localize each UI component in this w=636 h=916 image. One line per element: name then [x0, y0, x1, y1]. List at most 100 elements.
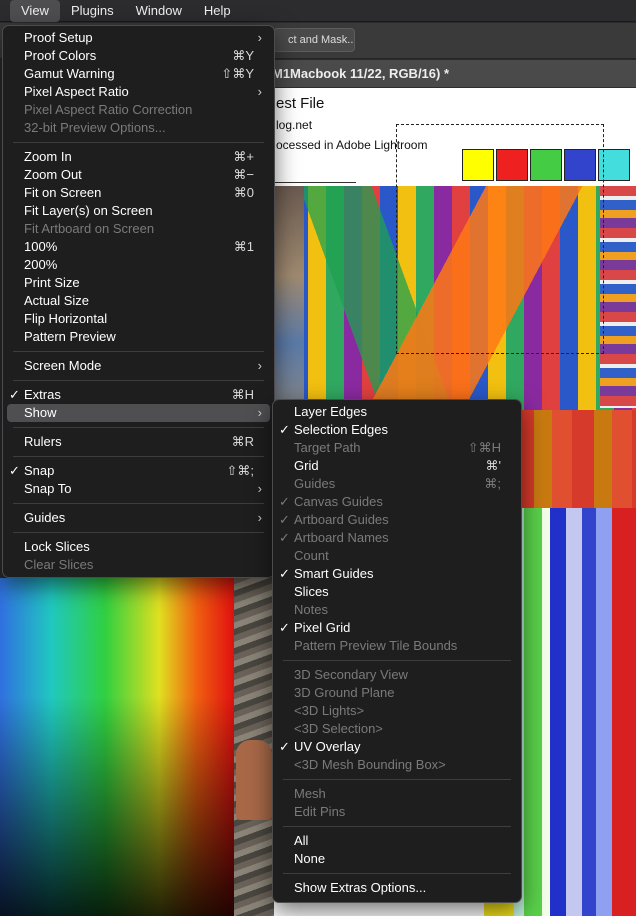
menu-separator: [13, 142, 264, 143]
view-item-pattern-preview[interactable]: Pattern Preview: [3, 328, 274, 346]
menu-item-shortcut: ⇧⌘Y: [221, 66, 254, 81]
menu-item-label: <3D Selection>: [294, 721, 383, 736]
menu-item-label: Guides: [294, 476, 336, 491]
menu-separator: [13, 380, 264, 381]
climber-photo: [236, 740, 272, 820]
menu-item-label: Artboard Names: [294, 530, 389, 545]
show-item-layer-edges[interactable]: Layer Edges: [273, 403, 521, 421]
view-item-actual-size[interactable]: Actual Size: [3, 292, 274, 310]
menu-item-shortcut: ⌘': [485, 458, 501, 473]
menu-item-label: Mesh: [294, 786, 326, 801]
menu-separator: [13, 456, 264, 457]
view-item-guides[interactable]: Guides ›: [3, 509, 274, 527]
view-item-pixel-aspect-ratio[interactable]: Pixel Aspect Ratio ›: [3, 83, 274, 101]
show-item-none[interactable]: None: [273, 850, 521, 868]
chevron-right-icon: ›: [257, 405, 262, 420]
menubar-plugins[interactable]: Plugins: [60, 0, 125, 22]
show-item-target-path: Target Path ⇧⌘H: [273, 439, 521, 457]
menu-item-label: Pattern Preview Tile Bounds: [294, 638, 458, 653]
view-item-extras[interactable]: ✓ Extras ⌘H: [3, 386, 274, 404]
show-item-show-extras-options[interactable]: Show Extras Options...: [273, 879, 521, 897]
view-item-proof-colors[interactable]: Proof Colors ⌘Y: [3, 47, 274, 65]
menu-item-shortcut: ⇧⌘H: [467, 440, 501, 455]
view-item-lock-slices[interactable]: Lock Slices: [3, 538, 274, 556]
menu-item-shortcut: ⌘;: [484, 476, 501, 491]
view-item-32-bit-preview-options: 32-bit Preview Options...: [3, 119, 274, 137]
checkmark-icon: ✓: [9, 387, 20, 402]
show-item-grid[interactable]: Grid ⌘': [273, 457, 521, 475]
view-item-zoom-in[interactable]: Zoom In ⌘+: [3, 148, 274, 166]
view-item-snap[interactable]: ✓ Snap ⇧⌘;: [3, 462, 274, 480]
view-menu: Proof Setup › Proof Colors ⌘Y Gamut Warning ⇧…: [2, 25, 275, 578]
menubar-view[interactable]: View: [10, 0, 60, 22]
checkmark-icon: ✓: [9, 463, 20, 478]
menu-item-label: Clear Slices: [24, 557, 94, 572]
menu-item-label: Actual Size: [24, 293, 90, 308]
view-item-screen-mode[interactable]: Screen Mode ›: [3, 357, 274, 375]
menu-item-label: Gamut Warning: [24, 66, 115, 81]
checkmark-icon: ✓: [279, 494, 290, 509]
menu-item-label: Show Extras Options...: [294, 880, 427, 895]
apple-menu-icon[interactable]: [0, 0, 10, 22]
menubar-window[interactable]: Window: [125, 0, 193, 22]
menu-item-label: Extras: [24, 387, 61, 402]
show-item-all[interactable]: All: [273, 832, 521, 850]
checkmark-icon: ✓: [279, 566, 290, 581]
menu-separator: [283, 660, 511, 661]
show-item-3d-ground-plane: 3D Ground Plane: [273, 684, 521, 702]
view-item-fit-layer-s-on-screen[interactable]: Fit Layer(s) on Screen: [3, 202, 274, 220]
view-item-zoom-out[interactable]: Zoom Out ⌘−: [3, 166, 274, 184]
menu-item-label: Fit Artboard on Screen: [24, 221, 155, 236]
menu-item-label: Proof Setup: [24, 30, 93, 45]
menu-item-label: 32-bit Preview Options...: [24, 120, 166, 135]
menu-item-label: Canvas Guides: [294, 494, 383, 509]
show-item-smart-guides[interactable]: ✓ Smart Guides: [273, 565, 521, 583]
view-item-fit-artboard-on-screen: Fit Artboard on Screen: [3, 220, 274, 238]
view-item-200[interactable]: 200%: [3, 256, 274, 274]
menu-item-shortcut: ⌘1: [233, 239, 254, 254]
menu-item-label: Zoom Out: [24, 167, 82, 182]
view-item-fit-on-screen[interactable]: Fit on Screen ⌘0: [3, 184, 274, 202]
menu-separator: [13, 427, 264, 428]
menu-item-shortcut: ⌘Y: [232, 48, 254, 63]
show-item-guides: Guides ⌘;: [273, 475, 521, 493]
menu-separator: [13, 532, 264, 533]
chevron-right-icon: ›: [257, 84, 262, 99]
show-item-uv-overlay[interactable]: ✓ UV Overlay: [273, 738, 521, 756]
menu-item-label: Selection Edges: [294, 422, 388, 437]
menu-item-label: Fit Layer(s) on Screen: [24, 203, 153, 218]
view-item-rulers[interactable]: Rulers ⌘R: [3, 433, 274, 451]
show-item-selection-edges[interactable]: ✓ Selection Edges: [273, 421, 521, 439]
show-item-artboard-guides: ✓ Artboard Guides: [273, 511, 521, 529]
menu-item-label: Pixel Aspect Ratio Correction: [24, 102, 193, 117]
show-item-slices[interactable]: Slices: [273, 583, 521, 601]
menu-item-label: Count: [294, 548, 329, 563]
menu-separator: [13, 351, 264, 352]
show-submenu: Layer Edges ✓ Selection Edges Target Path ⇧⌘…: [272, 399, 522, 903]
view-item-clear-slices: Clear Slices: [3, 556, 274, 574]
menu-item-label: Zoom In: [24, 149, 72, 164]
photo-strip: [274, 186, 304, 410]
view-item-gamut-warning[interactable]: Gamut Warning ⇧⌘Y: [3, 65, 274, 83]
view-item-show[interactable]: Show ›: [7, 404, 270, 422]
select-and-mask-button[interactable]: ct and Mask...: [273, 28, 355, 52]
show-item-3d-mesh-bounding-box: <3D Mesh Bounding Box>: [273, 756, 521, 774]
menu-item-label: 100%: [24, 239, 58, 254]
view-item-100[interactable]: 100% ⌘1: [3, 238, 274, 256]
show-item-pattern-preview-tile-bounds: Pattern Preview Tile Bounds: [273, 637, 521, 655]
menubar-help[interactable]: Help: [193, 0, 242, 22]
view-item-print-size[interactable]: Print Size: [3, 274, 274, 292]
menu-separator: [283, 873, 511, 874]
document-tab[interactable]: M1Macbook 11/22, RGB/16) *: [272, 60, 636, 88]
menu-item-shortcut: ⌘H: [231, 387, 254, 402]
view-item-flip-horizontal[interactable]: Flip Horizontal: [3, 310, 274, 328]
view-item-snap-to[interactable]: Snap To ›: [3, 480, 274, 498]
menu-separator: [283, 826, 511, 827]
view-item-proof-setup[interactable]: Proof Setup ›: [3, 29, 274, 47]
menu-item-shortcut: ⌘+: [233, 149, 254, 164]
chevron-right-icon: ›: [257, 358, 262, 373]
show-item-3d-secondary-view: 3D Secondary View: [273, 666, 521, 684]
menu-item-shortcut: ⌘−: [233, 167, 254, 182]
selection-marquee[interactable]: [396, 124, 604, 354]
show-item-pixel-grid[interactable]: ✓ Pixel Grid: [273, 619, 521, 637]
